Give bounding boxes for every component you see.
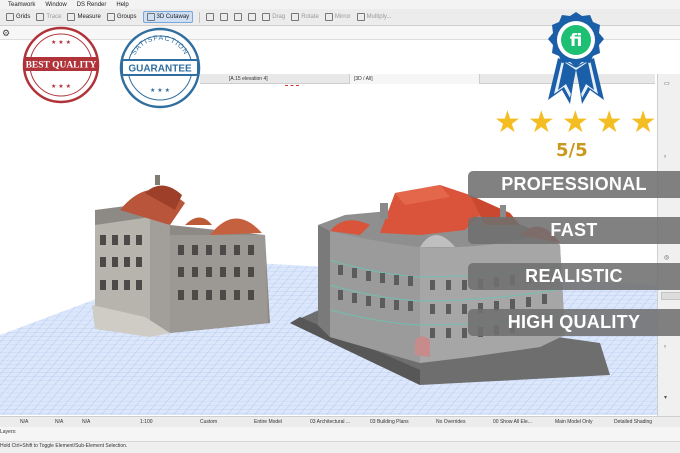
- star-icon: ★: [561, 105, 589, 140]
- tab-elevation[interactable]: [A.15 elevation 4]: [225, 74, 350, 84]
- cutaway-icon: [146, 13, 155, 21]
- menu-ds-render[interactable]: DS Render: [77, 2, 107, 8]
- trace-icon: [36, 13, 45, 21]
- edit-tool-2[interactable]: [248, 13, 257, 21]
- status-bar: N/A N/A N/A 1:100 Custom Entire Model 03…: [0, 416, 680, 427]
- cutaway-tool[interactable]: 3D Cutaway: [142, 11, 194, 23]
- drag-icon: [262, 13, 271, 21]
- panel-chevron-icon[interactable]: ›: [664, 154, 666, 160]
- mirror-icon: [324, 13, 333, 21]
- feature-fast: FAST: [468, 217, 680, 244]
- pointer-icon: [206, 13, 215, 21]
- menu-window[interactable]: Window: [45, 2, 66, 8]
- multiply-icon: [356, 13, 365, 21]
- star-icon: ★: [527, 105, 555, 140]
- grids-tool[interactable]: Grids: [6, 13, 30, 21]
- rotate-icon: [291, 13, 300, 21]
- panel-icon-1[interactable]: ▭: [664, 80, 670, 87]
- hint-text: Hold Ctrl+Shift to Toggle Element/Sub-El…: [0, 443, 128, 449]
- zoom-tool[interactable]: [220, 13, 229, 21]
- groups-tool[interactable]: Groups: [106, 13, 137, 21]
- pointer-tool[interactable]: [206, 13, 215, 21]
- tab-3d-all[interactable]: [3D / All]: [350, 74, 480, 84]
- zoom-icon: [220, 13, 229, 21]
- edit-icon: [234, 13, 243, 21]
- grid-icon: [6, 13, 14, 21]
- best-quality-badge: ★ ★ ★ BEST QUALITY ★ ★ ★: [22, 26, 100, 104]
- settings-gear-icon[interactable]: ⚙: [2, 28, 10, 39]
- fiverr-award-ribbon: fi: [548, 12, 604, 104]
- star-icon: ★: [494, 105, 521, 140]
- star-icon: ★: [595, 105, 623, 140]
- guarantee-badge: SATISFACTION GUARANTEE ★ ★ ★: [119, 27, 201, 109]
- badge-stars-bottom: ★ ★ ★: [51, 83, 71, 90]
- right-side-panel: ▭ › ◎ › ▾: [657, 74, 680, 424]
- multiply-tool[interactable]: Multiply...: [356, 13, 391, 21]
- panel-settings-icon[interactable]: ◎: [664, 254, 669, 261]
- badge-stars-top: ★ ★ ★: [51, 39, 71, 46]
- panel-triangle-icon[interactable]: ▾: [664, 394, 667, 401]
- trace-tool[interactable]: Trace: [36, 13, 61, 21]
- feature-high-quality: HIGH QUALITY: [468, 309, 680, 336]
- feature-professional: PROFESSIONAL: [468, 171, 680, 198]
- layers-bar: [0, 427, 680, 441]
- rotate-tool[interactable]: Rotate: [291, 13, 319, 21]
- menu-help[interactable]: Help: [116, 2, 128, 8]
- fiverr-logo-text: fi: [570, 31, 583, 51]
- edit-tool-1[interactable]: [234, 13, 243, 21]
- star-icon: ★: [629, 105, 657, 140]
- guarantee-text: GUARANTEE: [128, 64, 192, 75]
- rating-stars: ★ ★ ★ ★ ★: [494, 108, 657, 138]
- best-quality-text: BEST QUALITY: [26, 61, 97, 71]
- rating-text: 5/5: [556, 140, 588, 161]
- mirror-tool[interactable]: Mirror: [324, 13, 351, 21]
- panel-field[interactable]: [661, 292, 680, 300]
- drag-tool[interactable]: Drag: [262, 13, 285, 21]
- point-cloud-building: [92, 175, 270, 337]
- offset-icon: [248, 13, 257, 21]
- ruler-icon: [67, 13, 76, 21]
- toolbar-divider: [199, 11, 201, 23]
- menu-teamwork[interactable]: Teamwork: [8, 2, 35, 8]
- layers-label: Layers:: [0, 429, 17, 435]
- feature-realistic: REALISTIC: [468, 263, 680, 290]
- panel-expand-icon[interactable]: ›: [664, 344, 666, 350]
- measure-tool[interactable]: Measure: [67, 13, 101, 21]
- badge-stars: ★ ★ ★: [150, 87, 170, 94]
- menu-bar: Teamwork Window DS Render Help: [0, 0, 680, 9]
- groups-icon: [106, 13, 115, 21]
